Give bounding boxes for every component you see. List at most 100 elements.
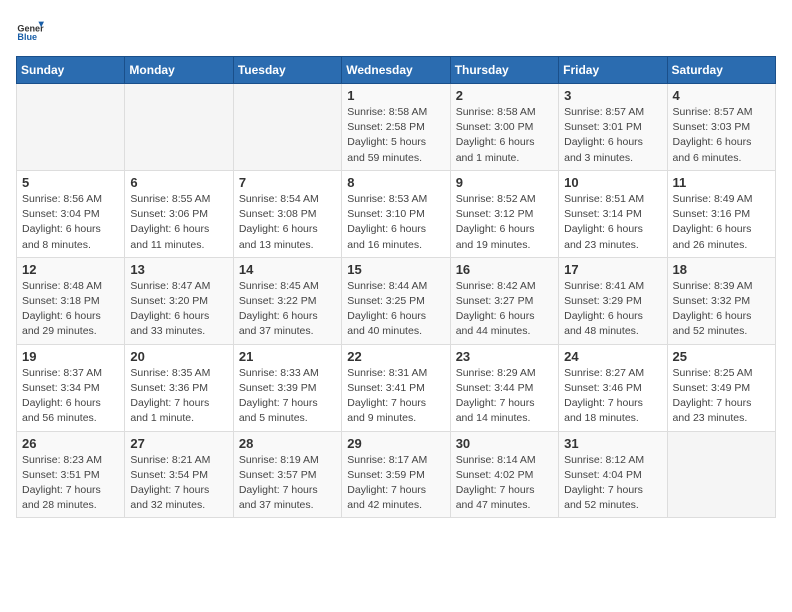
sunrise-label: Sunrise: 8:27 AM	[564, 367, 644, 379]
calendar-table: Sunday Monday Tuesday Wednesday Thursday…	[16, 56, 776, 518]
sunrise-label: Sunrise: 8:39 AM	[673, 280, 753, 292]
sunset-label: Sunset: 3:06 PM	[130, 208, 208, 220]
col-sunday: Sunday	[17, 57, 125, 84]
calendar-cell: 22 Sunrise: 8:31 AMSunset: 3:41 PMDayligh…	[342, 344, 450, 431]
day-number: 5	[22, 175, 119, 190]
day-number: 25	[673, 349, 770, 364]
day-info: Sunrise: 8:41 AMSunset: 3:29 PMDaylight:…	[564, 279, 661, 340]
daylight-label: Daylight: 6 hours and 13 minutes.	[239, 223, 318, 250]
sunset-label: Sunset: 3:16 PM	[673, 208, 751, 220]
calendar-week-row: 5 Sunrise: 8:56 AMSunset: 3:04 PMDaylight…	[17, 170, 776, 257]
day-info: Sunrise: 8:27 AMSunset: 3:46 PMDaylight:…	[564, 366, 661, 427]
daylight-label: Daylight: 6 hours and 6 minutes.	[673, 136, 752, 163]
day-number: 22	[347, 349, 444, 364]
sunrise-label: Sunrise: 8:55 AM	[130, 193, 210, 205]
calendar-cell: 4 Sunrise: 8:57 AMSunset: 3:03 PMDaylight…	[667, 84, 775, 171]
sunset-label: Sunset: 3:25 PM	[347, 295, 425, 307]
sunrise-label: Sunrise: 8:52 AM	[456, 193, 536, 205]
sunset-label: Sunset: 3:44 PM	[456, 382, 534, 394]
sunrise-label: Sunrise: 8:45 AM	[239, 280, 319, 292]
day-number: 27	[130, 436, 227, 451]
daylight-label: Daylight: 5 hours and 59 minutes.	[347, 136, 426, 163]
day-number: 4	[673, 88, 770, 103]
sunset-label: Sunset: 3:01 PM	[564, 121, 642, 133]
calendar-cell: 13Sunrise: 8:47 AMSunset: 3:20 PMDayligh…	[125, 257, 233, 344]
calendar-cell: 17 Sunrise: 8:41 AMSunset: 3:29 PMDayligh…	[559, 257, 667, 344]
calendar-week-row: 1Sunrise: 8:58 AMSunset: 2:58 PMDaylight…	[17, 84, 776, 171]
day-info: Sunrise: 8:57 AMSunset: 3:03 PMDaylight:…	[673, 105, 770, 166]
sunrise-label: Sunrise: 8:29 AM	[456, 367, 536, 379]
daylight-label: Daylight: 7 hours and 1 minute.	[130, 397, 209, 424]
day-number: 8	[347, 175, 444, 190]
sunset-label: Sunset: 3:03 PM	[673, 121, 751, 133]
day-number: 2	[456, 88, 553, 103]
daylight-label: Daylight: 6 hours and 16 minutes.	[347, 223, 426, 250]
calendar-cell: 21Sunrise: 8:33 AMSunset: 3:39 PMDayligh…	[233, 344, 341, 431]
day-info: Sunrise: 8:39 AMSunset: 3:32 PMDaylight:…	[673, 279, 770, 340]
sunset-label: Sunset: 3:08 PM	[239, 208, 317, 220]
calendar-cell	[17, 84, 125, 171]
sunset-label: Sunset: 3:51 PM	[22, 469, 100, 481]
calendar-week-row: 12Sunrise: 8:48 AMSunset: 3:18 PMDayligh…	[17, 257, 776, 344]
sunset-label: Sunset: 3:12 PM	[456, 208, 534, 220]
day-number: 3	[564, 88, 661, 103]
day-info: Sunrise: 8:14 AMSunset: 4:02 PMDaylight:…	[456, 453, 553, 514]
daylight-label: Daylight: 7 hours and 52 minutes.	[564, 484, 643, 511]
day-info: Sunrise: 8:49 AMSunset: 3:16 PMDaylight:…	[673, 192, 770, 253]
daylight-label: Daylight: 6 hours and 3 minutes.	[564, 136, 643, 163]
col-tuesday: Tuesday	[233, 57, 341, 84]
calendar-cell: 2Sunrise: 8:58 AMSunset: 3:00 PMDaylight…	[450, 84, 558, 171]
sunset-label: Sunset: 3:18 PM	[22, 295, 100, 307]
calendar-cell: 26Sunrise: 8:23 AMSunset: 3:51 PMDayligh…	[17, 431, 125, 518]
sunset-label: Sunset: 2:58 PM	[347, 121, 425, 133]
day-info: Sunrise: 8:35 AMSunset: 3:36 PMDaylight:…	[130, 366, 227, 427]
calendar-week-row: 19Sunrise: 8:37 AMSunset: 3:34 PMDayligh…	[17, 344, 776, 431]
calendar-cell: 1Sunrise: 8:58 AMSunset: 2:58 PMDaylight…	[342, 84, 450, 171]
sunrise-label: Sunrise: 8:41 AM	[564, 280, 644, 292]
day-info: Sunrise: 8:33 AM Sunset: 3:39 PM Daylight:…	[239, 366, 336, 427]
day-number: 7	[239, 175, 336, 190]
day-info: Sunrise: 8:19 AMSunset: 3:57 PMDaylight:…	[239, 453, 336, 514]
calendar-cell: 30 Sunrise: 8:14 AMSunset: 4:02 PMDayligh…	[450, 431, 558, 518]
day-info: Sunrise: 8:48 AMSunset: 3:18 PMDaylight:…	[22, 279, 119, 340]
calendar-cell: 7Sunrise: 8:54 AMSunset: 3:08 PMDaylight…	[233, 170, 341, 257]
daylight-label: Daylight: 6 hours and 23 minutes.	[564, 223, 643, 250]
calendar-cell: 24Sunrise: 8:27 AMSunset: 3:46 PMDayligh…	[559, 344, 667, 431]
sunrise-label: Sunrise: 8:35 AM	[130, 367, 210, 379]
day-info: Sunrise: 8:25 AMSunset: 3:49 PMDaylight:…	[673, 366, 770, 427]
calendar-cell: 9Sunrise: 8:52 AMSunset: 3:12 PMDaylight…	[450, 170, 558, 257]
day-info: Sunrise: 8:12 AMSunset: 4:04 PMDaylight:…	[564, 453, 661, 514]
sunrise-label: Sunrise: 8:37 AM	[22, 367, 102, 379]
daylight-label: Daylight: 6 hours and 33 minutes.	[130, 310, 209, 337]
day-number: 15	[347, 262, 444, 277]
daylight-label: Daylight: 7 hours and 5 minutes.	[239, 397, 318, 424]
day-info: Sunrise: 8:56 AMSunset: 3:04 PMDaylight:…	[22, 192, 119, 253]
day-number: 30	[456, 436, 553, 451]
sunrise-label: Sunrise: 8:33 AM	[239, 367, 319, 379]
sunrise-label: Sunrise: 8:14 AM	[456, 454, 536, 466]
calendar-cell: 5 Sunrise: 8:56 AMSunset: 3:04 PMDaylight…	[17, 170, 125, 257]
sunset-label: Sunset: 3:39 PM	[239, 382, 317, 394]
sunset-label: Sunset: 3:32 PM	[673, 295, 751, 307]
sunset-label: Sunset: 3:27 PM	[456, 295, 534, 307]
sunrise-label: Sunrise: 8:57 AM	[564, 106, 644, 118]
sunset-label: Sunset: 3:49 PM	[673, 382, 751, 394]
day-number: 31	[564, 436, 661, 451]
calendar-cell: 11Sunrise: 8:49 AMSunset: 3:16 PMDayligh…	[667, 170, 775, 257]
calendar-cell: 14Sunrise: 8:45 AMSunset: 3:22 PMDayligh…	[233, 257, 341, 344]
day-info: Sunrise: 8:31 AMSunset: 3:41 PMDaylight:…	[347, 366, 444, 427]
logo: General Blue	[16, 16, 48, 44]
day-number: 17	[564, 262, 661, 277]
calendar-cell: 23Sunrise: 8:29 AMSunset: 3:44 PMDayligh…	[450, 344, 558, 431]
day-info: Sunrise: 8:42 AMSunset: 3:27 PMDaylight:…	[456, 279, 553, 340]
calendar-header: Sunday Monday Tuesday Wednesday Thursday…	[17, 57, 776, 84]
calendar-cell: 29Sunrise: 8:17 AMSunset: 3:59 PMDayligh…	[342, 431, 450, 518]
logo-icon: General Blue	[16, 16, 44, 44]
sunset-label: Sunset: 3:00 PM	[456, 121, 534, 133]
calendar-cell: 6Sunrise: 8:55 AMSunset: 3:06 PMDaylight…	[125, 170, 233, 257]
sunset-label: Sunset: 3:46 PM	[564, 382, 642, 394]
calendar-cell: 31 Sunrise: 8:12 AMSunset: 4:04 PMDayligh…	[559, 431, 667, 518]
day-number: 13	[130, 262, 227, 277]
daylight-label: Daylight: 6 hours and 29 minutes.	[22, 310, 101, 337]
sunrise-label: Sunrise: 8:12 AM	[564, 454, 644, 466]
